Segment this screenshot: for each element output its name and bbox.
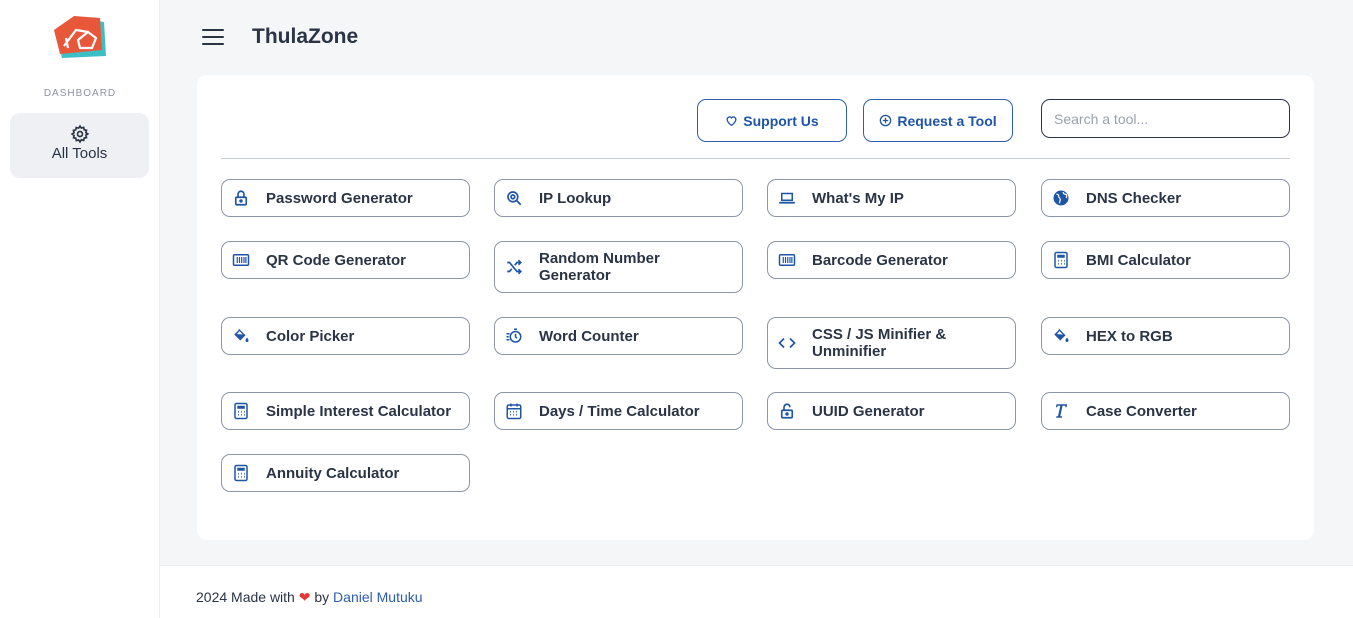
tool-annuity-calculator[interactable]: Annuity Calculator xyxy=(221,454,470,492)
paint-bucket-icon xyxy=(1054,328,1069,342)
tool-random-number-generator[interactable]: Random Number Generator xyxy=(494,241,743,293)
tool-label: UUID Generator xyxy=(812,402,925,420)
tool-word-counter[interactable]: Word Counter xyxy=(494,317,743,355)
tool-label: QR Code Generator xyxy=(266,251,407,269)
sidebar-item-label: All Tools xyxy=(51,145,108,162)
tool-label: CSS / JS Minifier & Unminifier xyxy=(812,326,947,360)
tool-label: Case Converter xyxy=(1086,402,1197,420)
tool-hex-to-rgb[interactable]: HEX to RGB xyxy=(1041,317,1290,355)
search-input[interactable] xyxy=(1041,99,1290,138)
lock-icon xyxy=(234,190,248,206)
page-title: ThulaZone xyxy=(252,25,359,48)
tool-uuid-generator[interactable]: UUID Generator xyxy=(767,392,1016,430)
globe-icon xyxy=(1053,190,1069,206)
tool-label: What's My IP xyxy=(812,189,904,207)
hamburger-line xyxy=(202,29,224,31)
topbar: ThulaZone xyxy=(160,0,1353,72)
tool-password-generator[interactable]: Password Generator xyxy=(221,179,470,217)
sidebar-item-all-tools[interactable]: All Tools xyxy=(10,113,149,178)
tool-label: Password Generator xyxy=(266,189,413,207)
tool-label: Barcode Generator xyxy=(812,251,948,269)
unlock-icon xyxy=(780,403,794,419)
tool-label: Random Number Generator xyxy=(539,250,660,284)
divider xyxy=(221,158,1290,159)
tool-case-converter[interactable]: Case Converter xyxy=(1041,392,1290,430)
search-icon xyxy=(507,191,522,206)
tool-css-js-minifier[interactable]: CSS / JS Minifier & Unminifier xyxy=(767,317,1016,369)
tool-label: DNS Checker xyxy=(1086,189,1182,207)
tool-label: Days / Time Calculator xyxy=(539,402,700,420)
plus-circle-icon xyxy=(880,114,892,127)
hamburger-line xyxy=(202,43,224,45)
tool-qr-code-generator[interactable]: QR Code Generator xyxy=(221,241,470,279)
thulazone-logo[interactable] xyxy=(52,14,110,64)
tool-whats-my-ip[interactable]: What's My IP xyxy=(767,179,1016,217)
tool-label: Color Picker xyxy=(266,327,355,345)
request-tool-button[interactable]: Request a Tool xyxy=(863,99,1013,142)
sidebar: DASHBOARD All Tools xyxy=(0,0,160,618)
sidebar-heading: DASHBOARD xyxy=(43,88,117,99)
hamburger-line xyxy=(202,36,224,38)
calculator-icon xyxy=(234,402,248,420)
support-us-label: Support Us xyxy=(743,112,819,129)
gear-icon xyxy=(70,124,89,144)
heart-icon: ❤ xyxy=(298,589,311,605)
tool-color-picker[interactable]: Color Picker xyxy=(221,317,470,355)
barcode-icon xyxy=(232,254,250,266)
footer-middle: by xyxy=(314,589,330,605)
tools-card: Support Us Request a Tool Password Gener… xyxy=(197,75,1314,540)
footer: 2024 Made with ❤ by Daniel Mutuku xyxy=(160,565,1353,618)
request-tool-label: Request a Tool xyxy=(897,112,997,129)
tool-bmi-calculator[interactable]: BMI Calculator xyxy=(1041,241,1290,279)
paint-bucket-icon xyxy=(234,328,249,342)
support-us-button[interactable]: Support Us xyxy=(697,99,847,142)
code-icon xyxy=(778,337,796,349)
footer-prefix: 2024 Made with xyxy=(196,589,295,605)
laptop-icon xyxy=(779,192,795,204)
tool-simple-interest-calculator[interactable]: Simple Interest Calculator xyxy=(221,392,470,430)
tool-barcode-generator[interactable]: Barcode Generator xyxy=(767,241,1016,279)
timer-icon xyxy=(506,328,522,343)
tool-label: HEX to RGB xyxy=(1086,327,1173,345)
menu-toggle-button[interactable] xyxy=(202,29,224,47)
heart-outline-icon xyxy=(726,116,737,127)
tool-label: BMI Calculator xyxy=(1086,251,1192,269)
tool-label: Simple Interest Calculator xyxy=(266,402,452,420)
barcode-icon xyxy=(778,254,796,266)
calculator-icon xyxy=(1054,251,1068,269)
tool-ip-lookup[interactable]: IP Lookup xyxy=(494,179,743,217)
calendar-icon xyxy=(506,403,522,420)
tool-dns-checker[interactable]: DNS Checker xyxy=(1041,179,1290,217)
tool-label: Annuity Calculator xyxy=(266,464,400,482)
tool-days-time-calculator[interactable]: Days / Time Calculator xyxy=(494,392,743,430)
tool-label: Word Counter xyxy=(539,327,639,345)
author-link[interactable]: Daniel Mutuku xyxy=(333,589,423,605)
shuffle-icon xyxy=(507,259,522,275)
tool-label: IP Lookup xyxy=(539,189,612,207)
text-icon xyxy=(1055,404,1067,418)
footer-text: 2024 Made with ❤ by Daniel Mutuku xyxy=(196,589,423,606)
calculator-icon xyxy=(234,464,248,482)
